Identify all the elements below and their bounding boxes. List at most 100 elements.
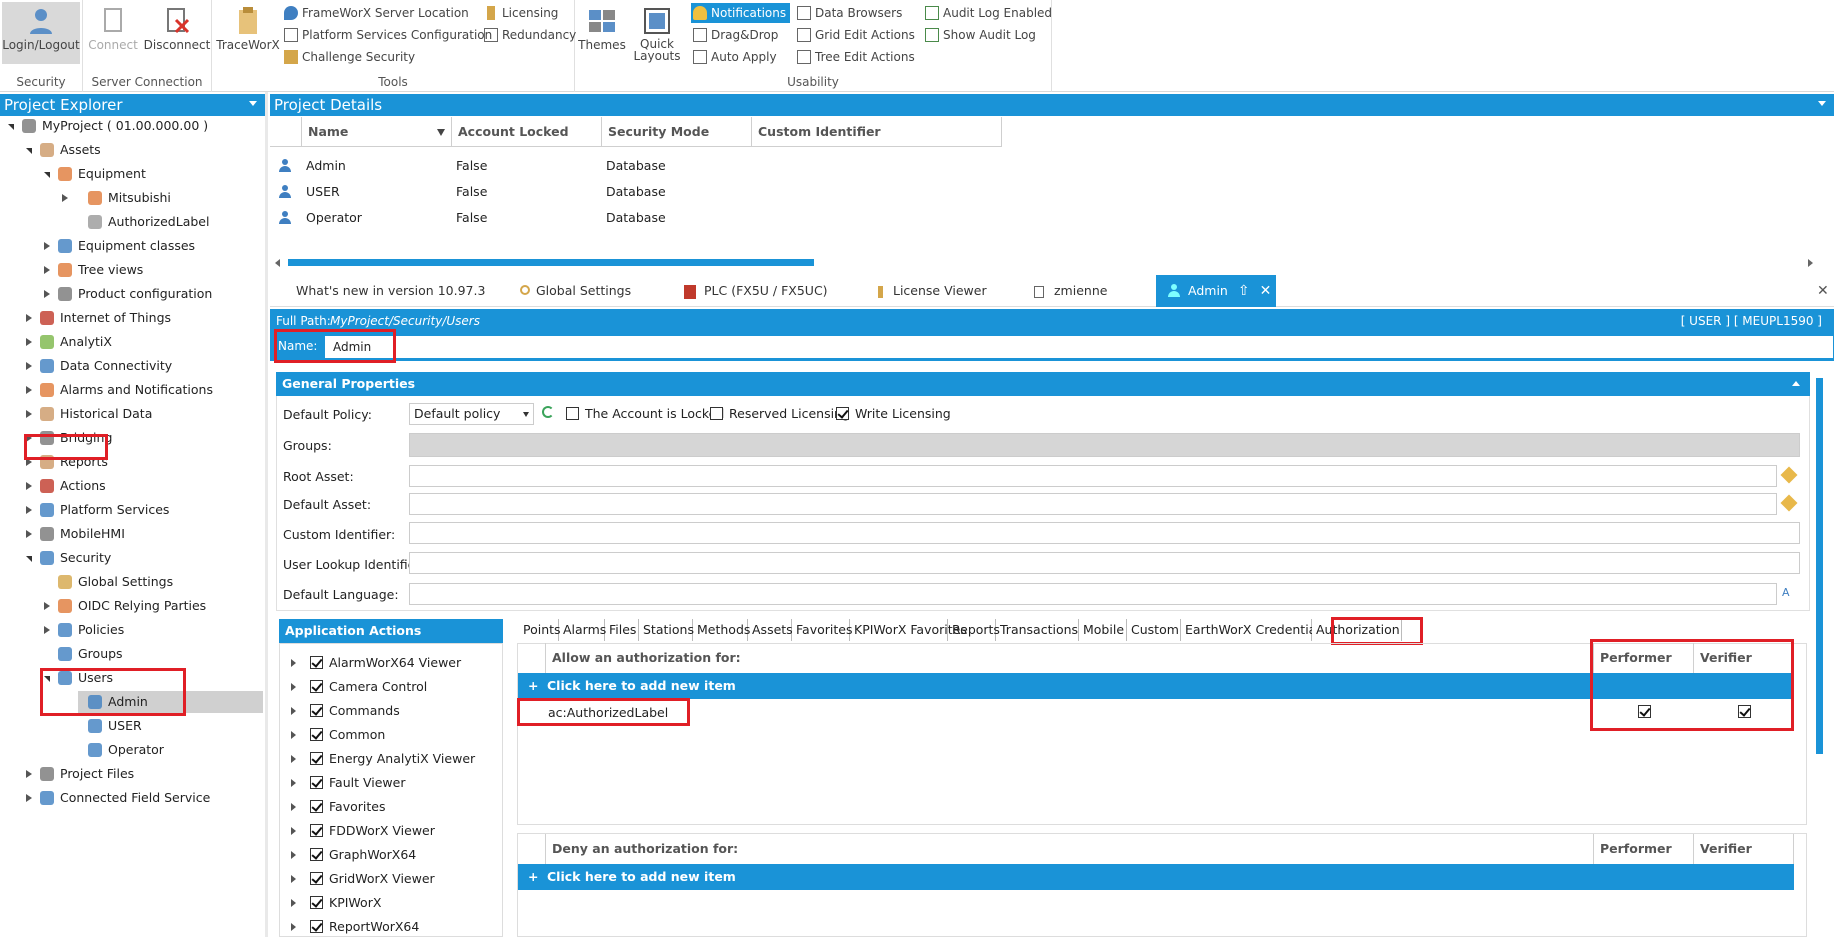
locked-checkbox[interactable] [566, 407, 579, 420]
tab-global-settings[interactable]: Global Settings [520, 275, 631, 307]
table-row[interactable]: Admin False Database [270, 153, 1834, 179]
groups-field[interactable] [409, 433, 1800, 457]
challenge-security-button[interactable]: Challenge Security [282, 47, 415, 67]
expanded-icon[interactable] [26, 556, 32, 562]
tree-node-equipment-classes[interactable]: Equipment classes [0, 235, 265, 257]
grid-header-locked[interactable]: Account Locked [452, 117, 602, 147]
action-checkbox[interactable] [310, 824, 323, 837]
scroll-right-icon[interactable] [1808, 259, 1813, 267]
name-field[interactable]: Admin [325, 336, 1833, 358]
collapsed-icon[interactable] [62, 194, 68, 202]
collapsed-icon[interactable] [291, 803, 296, 811]
subtab-files[interactable]: Files [605, 619, 639, 641]
grid-header-custom[interactable]: Custom Identifier [752, 117, 1002, 147]
tree-node-project-files[interactable]: Project Files [0, 763, 265, 785]
action-item[interactable]: Favorites [280, 795, 502, 819]
action-item[interactable]: FDDWorX Viewer [280, 819, 502, 843]
connect-button[interactable]: Connect [86, 2, 140, 62]
grid-header-name[interactable]: Name [302, 117, 452, 147]
subtab-transactions[interactable]: Transactions [996, 619, 1079, 641]
action-checkbox[interactable] [310, 728, 323, 741]
deny-add-new-item[interactable]: + Click here to add new item [518, 864, 1794, 890]
tree-node-mobilehmi[interactable]: MobileHMI [0, 523, 265, 545]
collapsed-icon[interactable] [26, 410, 32, 418]
action-item[interactable]: KPIWorX [280, 891, 502, 915]
server-location-button[interactable]: FrameWorX Server Location [282, 3, 469, 23]
collapsed-icon[interactable] [291, 683, 296, 691]
expanded-icon[interactable] [8, 124, 14, 130]
tree-node-operator[interactable]: Operator [0, 739, 265, 761]
tree-node-platform-services[interactable]: Platform Services [0, 499, 265, 521]
subtab-methods[interactable]: Methods [693, 619, 750, 641]
redundancy-button[interactable]: Redundancy [482, 25, 576, 45]
custom-identifier-field[interactable] [409, 522, 1800, 544]
traceworx-button[interactable]: TraceWorX [214, 2, 282, 62]
subtab-stations[interactable]: Stations [639, 619, 694, 641]
action-checkbox[interactable] [310, 848, 323, 861]
lookup-identifier-field[interactable] [409, 552, 1800, 574]
action-checkbox[interactable] [310, 872, 323, 885]
general-properties-header[interactable]: General Properties [276, 372, 1810, 396]
tree-node-data-connectivity[interactable]: Data Connectivity [0, 355, 265, 377]
action-checkbox[interactable] [310, 776, 323, 789]
collapsed-icon[interactable] [291, 851, 296, 859]
action-item[interactable]: Common [280, 723, 502, 747]
default-asset-field[interactable] [409, 493, 1777, 515]
performer-checkbox[interactable] [1638, 705, 1651, 718]
close-all-icon[interactable]: ✕ [1817, 275, 1829, 307]
subtab-earthworx-credentials[interactable]: EarthWorX Credentials [1181, 619, 1326, 641]
subtab-mobile[interactable]: Mobile [1079, 619, 1127, 641]
close-icon[interactable]: ✕ [1260, 283, 1272, 299]
refresh-icon[interactable] [542, 406, 554, 418]
tab-zmienne[interactable]: zmienne [1034, 275, 1107, 307]
tree-node-alarms[interactable]: Alarms and Notifications [0, 379, 265, 401]
allow-row[interactable] [518, 699, 1794, 725]
tree-node-historical-data[interactable]: Historical Data [0, 403, 265, 425]
tree-node-user[interactable]: USER [0, 715, 265, 737]
action-checkbox[interactable] [310, 752, 323, 765]
tree-node-internet-of-things[interactable]: Internet of Things [0, 307, 265, 329]
subtab-favorites[interactable]: Favorites [792, 619, 852, 641]
show-audit-button[interactable]: Show Audit Log [923, 25, 1036, 45]
expanded-icon[interactable] [26, 148, 32, 154]
collapsed-icon[interactable] [26, 770, 32, 778]
verifier-checkbox[interactable] [1738, 705, 1751, 718]
tree-node-mitsubishi[interactable]: Mitsubishi [0, 187, 265, 209]
grid-edit-button[interactable]: Grid Edit Actions [795, 25, 915, 45]
dropdown-icon[interactable] [249, 101, 257, 106]
collapsed-icon[interactable] [26, 482, 32, 490]
quick-layouts-button[interactable]: Quick Layouts [631, 2, 683, 62]
tree-node-global-settings[interactable]: Global Settings [0, 571, 265, 593]
tab-whats-new[interactable]: What's new in version 10.97.3 [296, 275, 485, 307]
collapsed-icon[interactable] [291, 875, 296, 883]
tree-node-security[interactable]: Security [0, 547, 265, 569]
action-item[interactable]: Energy AnalytiX Viewer [280, 747, 502, 771]
splitter[interactable] [265, 92, 268, 937]
subtab-alarms[interactable]: Alarms [559, 619, 606, 641]
horizontal-scrollbar[interactable] [288, 259, 814, 266]
collapsed-icon[interactable] [26, 530, 32, 538]
action-checkbox[interactable] [310, 920, 323, 933]
default-policy-select[interactable]: Default policy [409, 403, 534, 425]
collapsed-icon[interactable] [291, 779, 296, 787]
reserved-checkbox[interactable] [710, 407, 723, 420]
tree-node-users[interactable]: Users [0, 667, 265, 689]
collapsed-icon[interactable] [291, 731, 296, 739]
collapsed-icon[interactable] [26, 362, 32, 370]
subtab-assets[interactable]: Assets [748, 619, 793, 641]
collapsed-icon[interactable] [291, 923, 296, 931]
tree-node-assets[interactable]: Assets [0, 139, 265, 161]
table-row[interactable]: USER False Database [270, 179, 1834, 205]
tab-plc[interactable]: PLC (FX5U / FX5UC) [684, 275, 828, 307]
themes-button[interactable]: Themes [575, 2, 629, 62]
tab-license-viewer[interactable]: License Viewer [878, 275, 987, 307]
expanded-icon[interactable] [44, 676, 50, 682]
action-item[interactable]: AlarmWorX64 Viewer [280, 651, 502, 675]
disconnect-button[interactable]: Disconnect [143, 2, 211, 62]
action-item[interactable]: ReportWorX64 [280, 915, 502, 936]
collapsed-icon[interactable] [44, 242, 50, 250]
collapsed-icon[interactable] [44, 290, 50, 298]
subtab-reports[interactable]: Reports [948, 619, 1000, 641]
language-icon[interactable]: A [1782, 586, 1790, 599]
tree-edit-button[interactable]: Tree Edit Actions [795, 47, 915, 67]
